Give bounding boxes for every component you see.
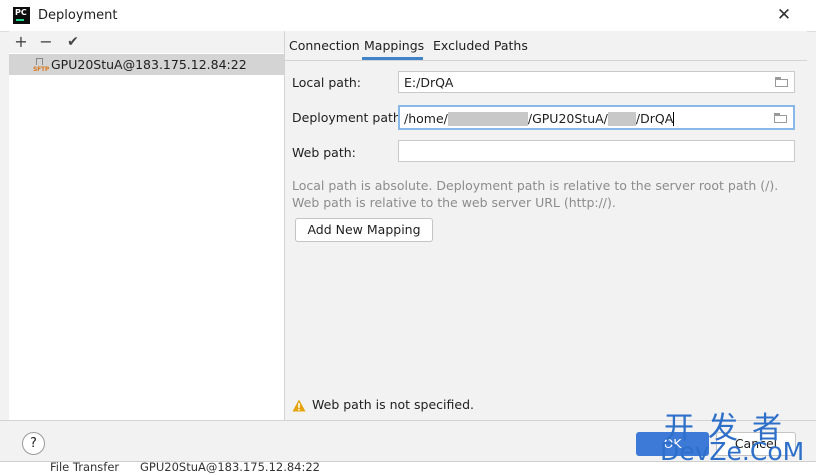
hint-text-line2: Web path is relative to the web server U… (292, 195, 616, 210)
apply-server-button[interactable]: ✔ (64, 32, 82, 52)
server-list-panel: + − ✔ SFTP GPU20StuA@183.175.12.84:22 (9, 31, 285, 420)
active-tab-indicator (362, 57, 423, 60)
server-list-item[interactable]: SFTP GPU20StuA@183.175.12.84:22 (9, 54, 284, 75)
web-path-field[interactable] (398, 140, 795, 162)
tab-mappings[interactable]: Mappings (364, 38, 424, 53)
question-icon: ? (30, 436, 37, 451)
settings-panel: Connection Mappings Excluded Paths Local… (285, 31, 807, 420)
help-button[interactable]: ? (22, 432, 45, 455)
close-icon: ✕ (776, 5, 792, 25)
deployment-path-value: /home//GPU20StuA//DrQA (404, 111, 675, 126)
local-path-field[interactable]: E:/DrQA (398, 71, 795, 93)
remove-server-button[interactable]: − (37, 32, 55, 52)
tab-connection[interactable]: Connection (289, 38, 360, 53)
pycharm-app-icon: PC (13, 7, 30, 24)
cancel-label: Cancel (734, 436, 778, 451)
server-name: GPU20StuA@183.175.12.84:22 (51, 57, 247, 72)
plus-icon: + (14, 32, 28, 51)
local-path-label: Local path: (292, 75, 362, 90)
background-window-strip: File Transfer GPU20StuA@183.175.12.84:22 (0, 461, 816, 475)
background-tool-name: File Transfer (50, 461, 120, 474)
title-bar: PC Deployment ✕ (0, 0, 816, 32)
dialog-footer: ? OK Cancel (0, 420, 816, 462)
hint-text-line1: Local path is absolute. Deployment path … (292, 178, 779, 193)
sftp-server-icon: SFTP (33, 57, 49, 73)
add-new-mapping-label: Add New Mapping (307, 222, 421, 237)
warning-message: Web path is not specified. (312, 397, 474, 412)
close-button[interactable]: ✕ (774, 4, 794, 26)
add-server-button[interactable]: + (12, 32, 30, 52)
deployment-path-field[interactable]: /home//GPU20StuA//DrQA (398, 105, 795, 130)
local-path-value: E:/DrQA (404, 75, 454, 90)
background-server-name: GPU20StuA@183.175.12.84:22 (140, 461, 321, 474)
warning-icon (292, 399, 306, 412)
deployment-path-label: Deployment path: (292, 110, 406, 125)
window-title: Deployment (38, 8, 118, 23)
minus-icon: − (39, 32, 53, 51)
ok-label: OK (663, 436, 682, 451)
browse-folder-icon[interactable] (774, 113, 788, 123)
ok-button[interactable]: OK (636, 432, 709, 456)
add-new-mapping-button[interactable]: Add New Mapping (295, 218, 433, 242)
web-path-label: Web path: (292, 145, 356, 160)
tab-bar: Connection Mappings Excluded Paths (285, 31, 807, 61)
checkmark-icon: ✔ (67, 34, 79, 50)
cancel-button[interactable]: Cancel (716, 432, 796, 456)
tab-excluded-paths[interactable]: Excluded Paths (433, 38, 528, 53)
server-toolbar: + − ✔ (9, 31, 284, 53)
browse-folder-icon[interactable] (775, 77, 789, 87)
